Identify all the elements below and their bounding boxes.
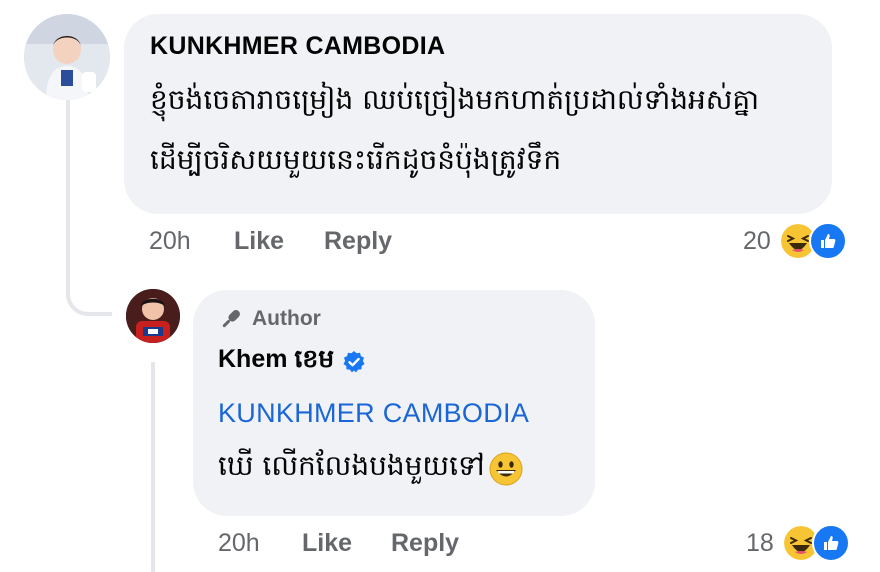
reply-mention-link[interactable]: KUNKHMER CAMBODIA bbox=[218, 398, 529, 429]
reply-text-row: ឃើ លើកលែងបងមួយទៅ bbox=[218, 448, 523, 489]
reply-author-name-row: Khem ខេម bbox=[218, 344, 366, 380]
microphone-icon bbox=[222, 310, 240, 328]
comment-timestamp[interactable]: 20h bbox=[149, 227, 191, 255]
comment-text: ខ្ញុំចង់ចេតារាចម្រៀង ឈប់ច្រៀងមកហាត់ប្រដា… bbox=[150, 83, 760, 176]
reply-reaction-count: 18 bbox=[746, 528, 774, 557]
author-badge-label: Author bbox=[252, 307, 321, 330]
comment-reply-button[interactable]: Reply bbox=[324, 227, 392, 255]
commenter-avatar[interactable] bbox=[24, 14, 110, 100]
grinning-face-icon bbox=[489, 452, 523, 485]
comment-reaction-count: 20 bbox=[743, 226, 771, 255]
reply-thread-line bbox=[151, 362, 155, 572]
comment-author-name[interactable]: KUNKHMER CAMBODIA bbox=[150, 32, 445, 61]
comment-like-button[interactable]: Like bbox=[234, 227, 284, 255]
thread-connector-line bbox=[66, 98, 112, 316]
author-badge: Author bbox=[218, 306, 321, 332]
verified-badge-icon bbox=[343, 351, 365, 373]
like-icon bbox=[808, 222, 847, 260]
reply-like-button[interactable]: Like bbox=[302, 529, 352, 557]
comment-reactions[interactable]: 20 bbox=[743, 222, 847, 260]
reply-text: ឃើ លើកលែងបងមួយទៅ bbox=[218, 449, 485, 482]
comment-time[interactable]: 20h bbox=[149, 227, 191, 256]
reply-author-name[interactable]: Khem ខេម bbox=[218, 344, 334, 380]
like-icon bbox=[811, 524, 850, 562]
reply-reply-button[interactable]: Reply bbox=[391, 529, 459, 557]
reply-author-avatar[interactable] bbox=[126, 289, 180, 343]
reply-timestamp[interactable]: 20h bbox=[218, 529, 260, 557]
reply-reactions[interactable]: 18 bbox=[746, 524, 850, 562]
